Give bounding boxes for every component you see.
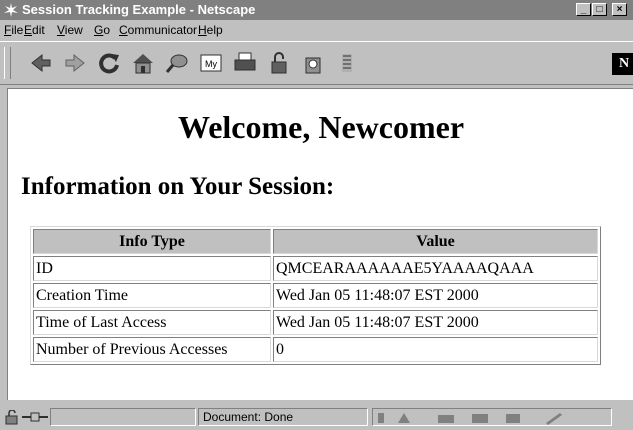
svg-text:My: My [205, 59, 217, 69]
menu-bar: File Edit View Go Communicator Help [0, 21, 633, 40]
cell-value: Wed Jan 05 11:48:07 EST 2000 [273, 310, 598, 335]
forward-icon[interactable] [62, 50, 88, 76]
toolbar-grip[interactable] [4, 47, 11, 79]
cell-value: 0 [273, 337, 598, 362]
column-header-value: Value [273, 229, 598, 254]
title-bar[interactable]: Session Tracking Example - Netscape _ □ … [0, 0, 633, 20]
component-bar-icons [378, 413, 562, 425]
browser-window: Session Tracking Example - Netscape _ □ … [0, 0, 633, 430]
minimize-button[interactable]: _ [576, 3, 591, 16]
progress-bar [50, 408, 196, 426]
table-row: ID QMCEARAAAAAAE5YAAAAQAAA [33, 256, 598, 281]
my-netscape-icon[interactable]: My [198, 50, 224, 76]
cell-value: QMCEARAAAAAAE5YAAAAQAAA [273, 256, 598, 281]
home-icon[interactable] [130, 50, 156, 76]
menu-go[interactable]: Go [94, 23, 110, 37]
page-subheading: Information on Your Session: [21, 173, 335, 200]
stop-icon[interactable] [334, 50, 360, 76]
column-header-info-type: Info Type [33, 229, 271, 254]
netscape-app-icon [3, 2, 19, 18]
cell-info-type: Creation Time [33, 283, 271, 308]
netscape-logo[interactable]: N [612, 53, 633, 75]
page-heading: Welcome, Newcomer [177, 109, 465, 145]
menu-view[interactable]: View [57, 23, 83, 37]
page-content: Welcome, Newcomer Information on Your Se… [7, 88, 633, 400]
table-row: Creation Time Wed Jan 05 11:48:07 EST 20… [33, 283, 598, 308]
maximize-button[interactable]: □ [592, 3, 607, 16]
session-info-table: Info Type Value ID QMCEARAAAAAAE5YAAAAQA… [30, 226, 601, 365]
menu-communicator[interactable]: Communicator [119, 23, 197, 37]
table-row: Time of Last Access Wed Jan 05 11:48:07 … [33, 310, 598, 335]
window-title: Session Tracking Example - Netscape [22, 2, 256, 17]
search-icon[interactable] [164, 50, 190, 76]
security-lock-icon[interactable] [4, 410, 20, 425]
reload-icon[interactable] [96, 50, 122, 76]
cell-value: Wed Jan 05 11:48:07 EST 2000 [273, 283, 598, 308]
menu-file[interactable]: File [4, 23, 23, 37]
status-text: Document: Done [203, 410, 294, 424]
navigation-toolbar: My N [0, 41, 633, 85]
table-header-row: Info Type Value [33, 229, 598, 254]
back-icon[interactable] [28, 50, 54, 76]
menu-edit[interactable]: Edit [24, 23, 45, 37]
shop-icon[interactable] [300, 50, 326, 76]
status-bar: Document: Done [0, 404, 633, 430]
close-button[interactable]: × [612, 3, 627, 16]
table-row: Number of Previous Accesses 0 [33, 337, 598, 362]
cell-info-type: Number of Previous Accesses [33, 337, 271, 362]
cell-info-type: Time of Last Access [33, 310, 271, 335]
connection-icon [22, 412, 48, 422]
print-icon[interactable] [232, 50, 258, 76]
security-icon[interactable] [266, 50, 292, 76]
menu-help[interactable]: Help [198, 23, 223, 37]
cell-info-type: ID [33, 256, 271, 281]
